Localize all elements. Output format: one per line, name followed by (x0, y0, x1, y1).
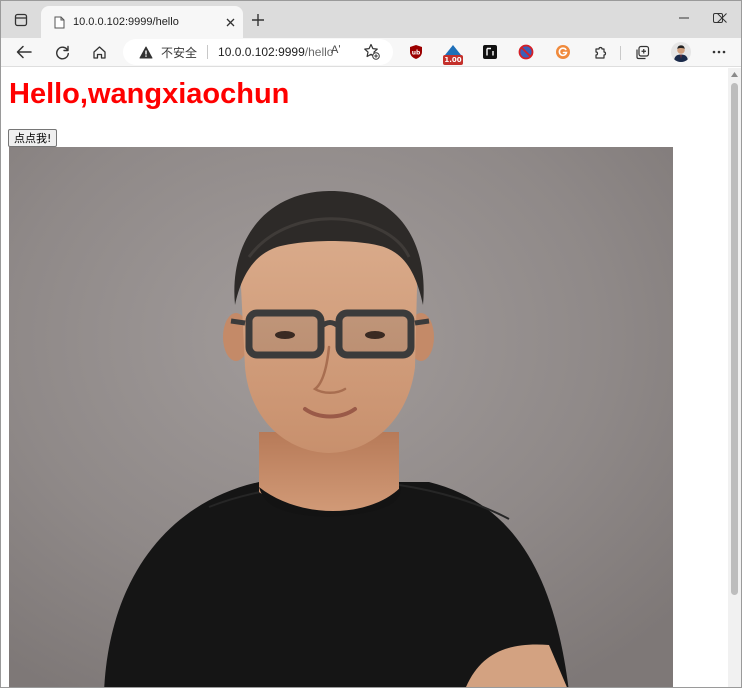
tab-strip: 10.0.0.102:9999/hello (1, 1, 741, 38)
tab-close-button[interactable] (217, 6, 243, 38)
plus-icon (252, 14, 264, 26)
arrow-left-icon (16, 45, 32, 59)
tab-actions-button[interactable] (7, 7, 35, 33)
url-path: /hello (304, 45, 334, 59)
page-favicon-icon (41, 16, 71, 29)
refresh-button[interactable] (48, 39, 76, 65)
star-plus-icon (364, 43, 380, 60)
scroll-thumb[interactable] (731, 83, 738, 595)
home-button[interactable] (85, 39, 113, 65)
click-me-button[interactable]: 点点我! (8, 129, 58, 147)
warning-icon (135, 46, 157, 59)
ublock-extension-icon[interactable]: ub (407, 43, 425, 61)
refresh-icon (55, 45, 69, 59)
collections-icon[interactable] (633, 43, 651, 61)
browser-window: 10.0.0.102:9999/hello 不安全 10.0.0.102:999… (0, 0, 742, 688)
read-aloud-button[interactable]: Aʹ (331, 44, 340, 56)
address-bar[interactable]: 不安全 10.0.0.102:9999/hello Aʹ (123, 39, 393, 65)
svg-text:ub: ub (412, 50, 421, 57)
vertical-scrollbar[interactable] (728, 68, 741, 687)
close-icon (717, 13, 727, 23)
toolbar-divider (620, 46, 621, 60)
back-button[interactable] (10, 39, 38, 65)
close-window-button[interactable] (705, 1, 739, 35)
tab-actions-icon (14, 13, 28, 27)
page-viewport: Hello,wangxiaochun 点点我! (1, 68, 728, 687)
navigation-toolbar: 不安全 10.0.0.102:9999/hello Aʹ ub 1.00 (1, 38, 741, 67)
tab-title: 10.0.0.102:9999/hello (73, 16, 179, 28)
extension-badge: 1.00 (443, 55, 463, 65)
extensions-puzzle-icon[interactable] (591, 43, 609, 61)
url-host: 10.0.0.102:9999 (218, 45, 305, 59)
settings-more-button[interactable] (705, 39, 733, 65)
new-tab-button[interactable] (245, 7, 271, 33)
address-divider (207, 45, 209, 59)
page-heading: Hello,wangxiaochun (9, 78, 290, 110)
home-icon (92, 45, 106, 59)
ellipsis-icon (712, 50, 726, 54)
minimize-region (667, 1, 701, 35)
profile-avatar[interactable] (671, 42, 691, 62)
security-status[interactable]: 不安全 (157, 44, 197, 61)
close-icon (226, 18, 234, 26)
portrait-photo (9, 147, 673, 687)
url-text[interactable]: 10.0.0.102:9999/hello (218, 45, 333, 59)
blocker-extension-icon[interactable] (517, 43, 535, 61)
active-tab[interactable]: 10.0.0.102:9999/hello (41, 6, 243, 38)
notion-extension-icon[interactable] (481, 43, 499, 61)
scroll-up-arrow-icon[interactable] (728, 68, 741, 81)
add-favorite-button[interactable] (363, 43, 380, 65)
grammarly-extension-icon[interactable] (554, 43, 572, 61)
